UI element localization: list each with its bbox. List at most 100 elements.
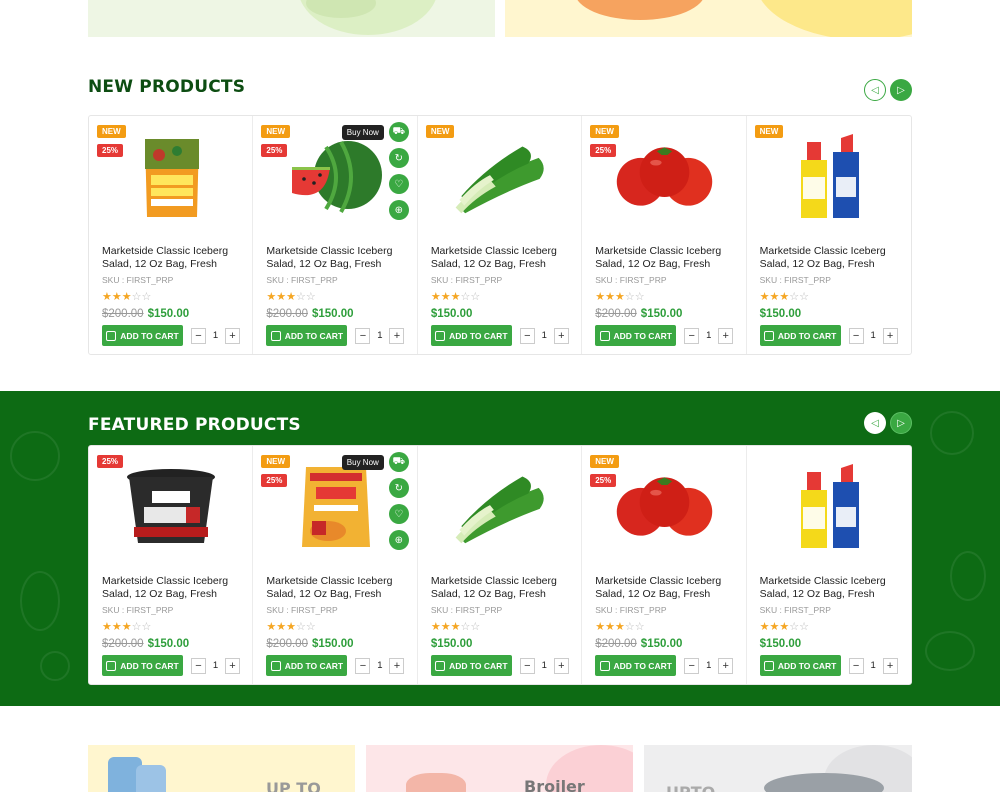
quantity-value[interactable]: 1 [370, 660, 389, 671]
product-card[interactable]: Marketside Classic Iceberg Salad, 12 Oz … [418, 446, 583, 684]
quantity-value[interactable]: 1 [535, 330, 554, 341]
product-sku: SKU : FIRST_PRP [430, 605, 503, 615]
product-image-bok-choy[interactable] [448, 464, 553, 549]
increase-qty-button[interactable]: + [553, 657, 569, 674]
quantity-stepper: −1 + [519, 655, 569, 676]
add-to-cart-button[interactable]: ADD TO CART [102, 655, 183, 676]
quantity-value[interactable]: 1 [699, 660, 718, 671]
promo-banner-vegetables[interactable] [88, 0, 495, 37]
quantity-value[interactable]: 1 [206, 330, 225, 341]
quantity-value[interactable]: 1 [864, 660, 883, 671]
product-title[interactable]: Marketside Classic Iceberg Salad, 12 Oz … [760, 575, 900, 601]
increase-qty-button[interactable]: + [225, 327, 240, 344]
decrease-qty-button[interactable]: − [848, 327, 864, 344]
promo-banner-household[interactable]: UP TO [88, 745, 355, 792]
prev-arrow-button[interactable]: ◁ [864, 79, 886, 101]
add-to-cart-button[interactable]: ADD TO CART [595, 655, 677, 676]
add-to-cart-button[interactable]: ADD TO CART [266, 325, 348, 346]
product-title[interactable]: Marketside Classic Iceberg Salad, 12 Oz … [266, 575, 406, 601]
product-price: $150.00 [760, 308, 802, 320]
wishlist-button[interactable]: ♡ [388, 504, 409, 524]
decrease-qty-button[interactable]: − [355, 327, 371, 344]
decrease-qty-button[interactable]: − [684, 657, 700, 674]
product-image-watermelon[interactable] [283, 134, 388, 219]
buy-now-button[interactable]: ⛟ [388, 122, 409, 142]
quick-view-button[interactable]: ⊕ [388, 200, 409, 220]
product-card[interactable]: NEW Marketside Classic Iceberg Salad, 12 … [747, 116, 911, 354]
current-price: $150.00 [311, 308, 354, 320]
product-image-spice-packet[interactable] [283, 464, 388, 549]
cart-icon [599, 660, 610, 671]
cart-icon [270, 660, 281, 671]
product-title[interactable]: Marketside Classic Iceberg Salad, 12 Oz … [431, 245, 571, 271]
quantity-value[interactable]: 1 [535, 660, 554, 671]
product-card[interactable]: NEW Marketside Classic Iceberg Salad, 12 … [418, 116, 583, 354]
decrease-qty-button[interactable]: − [519, 327, 535, 344]
increase-qty-button[interactable]: + [882, 657, 898, 674]
current-price: $150.00 [759, 308, 802, 320]
product-image-tomatoes[interactable] [612, 464, 717, 549]
arrow-left-icon: ◁ [871, 84, 879, 96]
product-image-muffin-cup[interactable] [119, 464, 224, 549]
product-title[interactable]: Marketside Classic Iceberg Salad, 12 Oz … [266, 245, 406, 271]
quantity-value[interactable]: 1 [699, 330, 718, 341]
product-image-tomatoes[interactable] [612, 134, 717, 219]
product-image-veggie-pops-bag[interactable] [119, 134, 224, 219]
increase-qty-button[interactable]: + [553, 327, 569, 344]
increase-qty-button[interactable]: + [389, 327, 405, 344]
product-card[interactable]: NEW 25% Marketside Classic Iceberg Salad, … [582, 446, 747, 684]
increase-qty-button[interactable]: + [718, 657, 734, 674]
promo-banner-broiler[interactable]: Broiler [366, 745, 633, 792]
decrease-qty-button[interactable]: − [519, 657, 535, 674]
add-to-cart-button[interactable]: ADD TO CART [759, 325, 841, 346]
prev-arrow-button[interactable]: ◁ [864, 412, 886, 434]
compare-button[interactable]: ↻ [388, 148, 409, 168]
quantity-value[interactable]: 1 [370, 330, 389, 341]
quantity-value[interactable]: 1 [206, 660, 225, 671]
product-title[interactable]: Marketside Classic Iceberg Salad, 12 Oz … [760, 245, 900, 271]
increase-qty-button[interactable]: + [389, 657, 405, 674]
quantity-value[interactable]: 1 [864, 330, 883, 341]
compare-button[interactable]: ↻ [388, 478, 409, 498]
buy-now-button[interactable]: ⛟ [388, 452, 409, 472]
product-image-cleaner-bottles[interactable] [777, 133, 882, 219]
bag-icon: ⛟ [392, 455, 406, 467]
product-title[interactable]: Marketside Classic Iceberg Salad, 12 Oz … [595, 245, 735, 271]
add-to-cart-button[interactable]: ADD TO CART [595, 325, 677, 346]
product-card[interactable]: NEW 25% Buy Now ⛟ ↻ ♡ ⊕ Marketside Classic Iceb… [253, 446, 418, 684]
product-card[interactable]: NEW 25% Buy Now ⛟ ↻ ♡ ⊕ Marketside Classic Iceb… [253, 116, 418, 354]
product-image-bok-choy[interactable] [448, 134, 553, 219]
increase-qty-button[interactable]: + [718, 327, 734, 344]
product-card[interactable]: Marketside Classic Iceberg Salad, 12 Oz … [747, 446, 911, 684]
decrease-qty-button[interactable]: − [191, 327, 206, 344]
current-price: $150.00 [147, 308, 190, 320]
buy-now-tooltip: Buy Now [341, 125, 384, 140]
product-card[interactable]: 25% Marketside Classic Iceberg Salad, 12 … [89, 446, 254, 684]
next-arrow-button[interactable]: ▷ [890, 79, 912, 101]
add-to-cart-button[interactable]: ADD TO CART [759, 655, 841, 676]
increase-qty-button[interactable]: + [882, 327, 898, 344]
decrease-qty-button[interactable]: − [355, 657, 371, 674]
decrease-qty-button[interactable]: − [684, 327, 700, 344]
product-title[interactable]: Marketside Classic Iceberg Salad, 12 Oz … [102, 245, 242, 271]
product-card[interactable]: NEW 25% Marketside Classic Iceberg Salad, … [582, 116, 747, 354]
product-image-cleaner-bottles[interactable] [777, 463, 882, 549]
rating-stars: ★★★☆☆ [102, 291, 152, 303]
product-title[interactable]: Marketside Classic Iceberg Salad, 12 Oz … [595, 575, 735, 601]
add-to-cart-button[interactable]: ADD TO CART [430, 325, 512, 346]
add-to-cart-button[interactable]: ADD TO CART [102, 325, 183, 346]
next-arrow-button[interactable]: ▷ [890, 412, 912, 434]
decrease-qty-button[interactable]: − [848, 657, 864, 674]
product-title[interactable]: Marketside Classic Iceberg Salad, 12 Oz … [102, 575, 242, 601]
wishlist-button[interactable]: ♡ [388, 174, 409, 194]
add-to-cart-button[interactable]: ADD TO CART [430, 655, 512, 676]
quick-view-button[interactable]: ⊕ [388, 530, 409, 550]
promo-banner-fruits[interactable] [505, 0, 912, 37]
product-card[interactable]: NEW 25% Marketside Classic Iceberg Salad, … [89, 116, 254, 354]
product-title[interactable]: Marketside Classic Iceberg Salad, 12 Oz … [431, 575, 571, 601]
increase-qty-button[interactable]: + [225, 657, 240, 674]
promo-banner-fish[interactable]: UPTO [644, 745, 912, 792]
rating-stars: ★★★☆☆ [595, 621, 645, 633]
decrease-qty-button[interactable]: − [191, 657, 206, 674]
add-to-cart-button[interactable]: ADD TO CART [266, 655, 348, 676]
